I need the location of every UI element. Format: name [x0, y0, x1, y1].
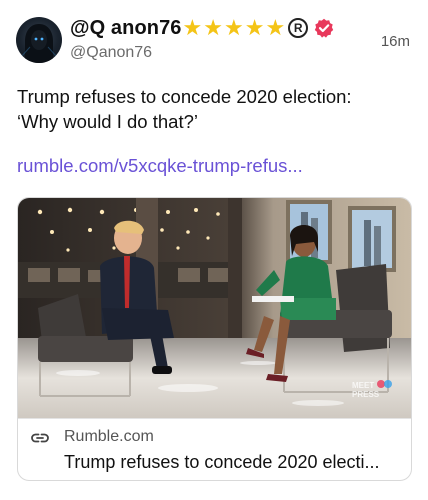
star-icon: ★	[203, 15, 224, 40]
post-text-line: ‘Why would I do that?’	[17, 111, 198, 132]
post-timestamp: 16m	[380, 33, 410, 50]
star-icon: ★	[244, 15, 265, 40]
post-text-line: Trump refuses to concede 2020 election:	[17, 86, 352, 107]
display-name[interactable]: @Q anon76	[70, 17, 182, 40]
link-preview-title[interactable]: Trump refuses to concede 2020 electi...	[64, 452, 380, 473]
author-handle[interactable]: @Qanon76	[70, 44, 152, 62]
avatar[interactable]	[16, 17, 62, 63]
post-link[interactable]: rumble.com/v5xcqke-trump-refus...	[17, 155, 303, 177]
star-icon: ★	[182, 15, 203, 40]
svg-text:PRESS: PRESS	[352, 390, 380, 399]
link-preview-image[interactable]: MEET PRESS	[18, 198, 411, 418]
verified-badge-icon	[314, 18, 334, 38]
registered-icon: R	[288, 18, 309, 38]
post: @Q anon76 ★ ★ ★ ★ ★ R @Qanon76 16m Trump…	[0, 0, 428, 500]
link-preview-card[interactable]: MEET PRESS Rumble.com Trump refuses to c…	[17, 197, 412, 481]
link-icon	[30, 431, 50, 445]
link-preview-domain: Rumble.com	[64, 428, 154, 445]
star-icon: ★	[224, 15, 244, 40]
hooded-figure-icon	[20, 24, 58, 63]
post-text: Trump refuses to concede 2020 election: …	[17, 84, 413, 134]
star-icon: ★	[265, 15, 286, 40]
meet-the-press-watermark: MEET	[352, 381, 374, 390]
link-preview-footer[interactable]: Rumble.com Trump refuses to concede 2020…	[18, 418, 411, 480]
author-row: @Q anon76 ★ ★ ★ ★ ★ R	[70, 14, 334, 42]
